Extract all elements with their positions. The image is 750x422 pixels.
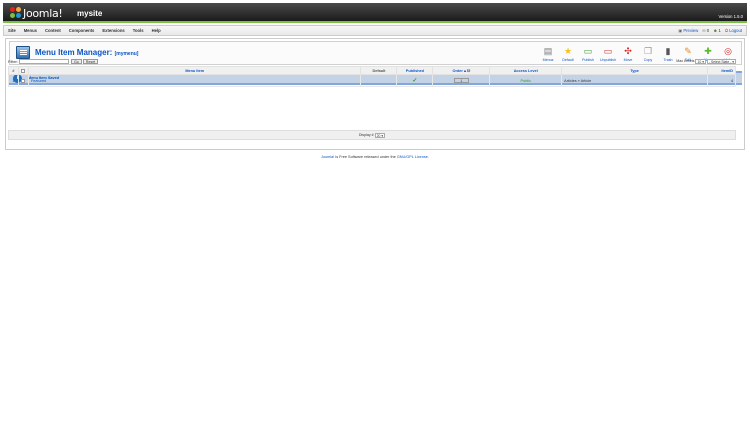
row-checkbox[interactable] xyxy=(21,78,26,83)
users-icon: ☻ xyxy=(713,28,718,33)
menu-components[interactable]: Components xyxy=(65,28,99,33)
menu-site[interactable]: Site xyxy=(4,28,20,33)
sort-asc-icon: ▴ xyxy=(463,69,466,73)
col-num: # xyxy=(8,66,19,75)
page-title: Menu Item Manager: [mymenu] xyxy=(35,48,139,57)
row-itemid: 4 xyxy=(706,74,737,87)
chevron-down-icon: ▾ xyxy=(381,133,384,138)
logo-text: Joomla! xyxy=(23,6,63,20)
copyright-footer: Joomla! is Free Software released under … xyxy=(0,155,750,159)
display-limit-select[interactable]: 20 ▾ xyxy=(374,132,386,138)
menu-items-table: # Menu Item Default Published Order ▴ ⛁ … xyxy=(8,66,737,87)
logout-link[interactable]: ⏻ Logout xyxy=(725,28,742,33)
select-all-checkbox[interactable] xyxy=(21,68,26,73)
row-default[interactable] xyxy=(360,74,398,87)
footer-text: is Free Software released under the xyxy=(335,155,396,159)
version-label: Version 1.5.0 xyxy=(718,14,743,19)
pagination-footer: Display # 20 ▾ xyxy=(8,130,736,140)
col-access[interactable]: Access Level xyxy=(489,66,563,75)
menu-menus[interactable]: Menus xyxy=(20,28,41,33)
save-order-icon[interactable]: ⛁ xyxy=(467,69,470,73)
status-area: ▣ Preview ✉ 0 ☻ 1 ⏻ Logout xyxy=(678,26,742,35)
users-status[interactable]: ☻ 1 xyxy=(713,28,721,33)
row-num: 1 xyxy=(8,74,19,87)
row-menu-item[interactable]: Featured xyxy=(27,74,362,87)
chevron-down-icon: ▾ xyxy=(732,59,734,64)
logout-icon: ⏻ xyxy=(724,28,729,33)
menu-extensions[interactable]: Extensions xyxy=(98,28,128,33)
move-icon: ✣ xyxy=(624,46,632,56)
display-label: Display # xyxy=(358,133,374,137)
new-icon: ✚ xyxy=(704,46,712,56)
filter-label: Filter: xyxy=(8,58,18,64)
table-header-row: # Menu Item Default Published Order ▴ ⛁ … xyxy=(8,66,737,75)
col-type[interactable]: Type xyxy=(561,66,708,75)
row-access[interactable]: Public xyxy=(489,74,563,87)
admin-header: Joomla! mysite Version 1.5.0 xyxy=(3,3,747,23)
star-icon: ★ xyxy=(563,46,573,56)
menu-content[interactable]: Content xyxy=(41,28,65,33)
col-menu-item[interactable]: Menu Item xyxy=(27,66,362,75)
trash-icon: ▮ xyxy=(665,46,671,56)
menu-tools[interactable]: Tools xyxy=(129,28,148,33)
license-link[interactable]: GNU/GPL License. xyxy=(397,155,429,159)
messages-icon: ✉ xyxy=(702,28,706,33)
col-default: Default xyxy=(360,66,398,75)
publish-icon: ▭ xyxy=(583,46,593,56)
unpublish-icon: ▭ xyxy=(603,46,613,56)
max-levels-select[interactable]: 10 ▾ xyxy=(695,58,706,64)
site-name: mysite xyxy=(77,9,103,18)
joomla-logo: Joomla! xyxy=(10,6,63,20)
lifebuoy-icon: ◎ xyxy=(724,46,732,56)
main-menubar: Site Menus Content Components Extensions… xyxy=(3,25,747,36)
copy-icon: ❐ xyxy=(643,46,653,56)
filter-input[interactable] xyxy=(19,58,69,64)
published-check-icon[interactable]: ✓ xyxy=(412,78,417,84)
table-row: 1 Featured ✓ 1 Public Articles » Article… xyxy=(8,74,737,87)
col-order[interactable]: Order ▴ ⛁ xyxy=(432,66,491,75)
go-button[interactable]: Go xyxy=(71,58,82,64)
reset-button[interactable]: Reset xyxy=(82,58,99,64)
filter-row: Filter: Go Reset Max Levels 10 ▾ - Selec… xyxy=(8,57,736,65)
menu-help[interactable]: Help xyxy=(148,28,165,33)
messages-status[interactable]: ✉ 0 xyxy=(702,28,709,33)
col-itemid[interactable]: ItemID xyxy=(706,66,737,75)
row-select xyxy=(17,74,29,87)
joomla-link[interactable]: Joomla! xyxy=(321,155,334,159)
filter-right: Max Levels 10 ▾ - Select State - ▾ xyxy=(676,58,736,64)
preview-link[interactable]: ▣ Preview xyxy=(678,28,698,33)
col-published[interactable]: Published xyxy=(396,66,434,75)
col-select-all xyxy=(17,66,29,75)
order-input[interactable]: 1 xyxy=(453,78,469,83)
row-type: Articles » Article xyxy=(561,74,708,87)
preview-icon: ▣ xyxy=(678,28,683,33)
row-published[interactable]: ✓ xyxy=(396,74,434,87)
menus-icon: ▤ xyxy=(543,46,553,56)
row-order: 1 xyxy=(432,74,491,87)
chevron-down-icon: ▾ xyxy=(702,59,704,64)
max-levels-label: Max Levels xyxy=(676,59,695,63)
joomla-logo-icon xyxy=(10,7,22,19)
pencil-icon: ✎ xyxy=(684,46,692,56)
state-select[interactable]: - Select State - ▾ xyxy=(706,58,736,64)
